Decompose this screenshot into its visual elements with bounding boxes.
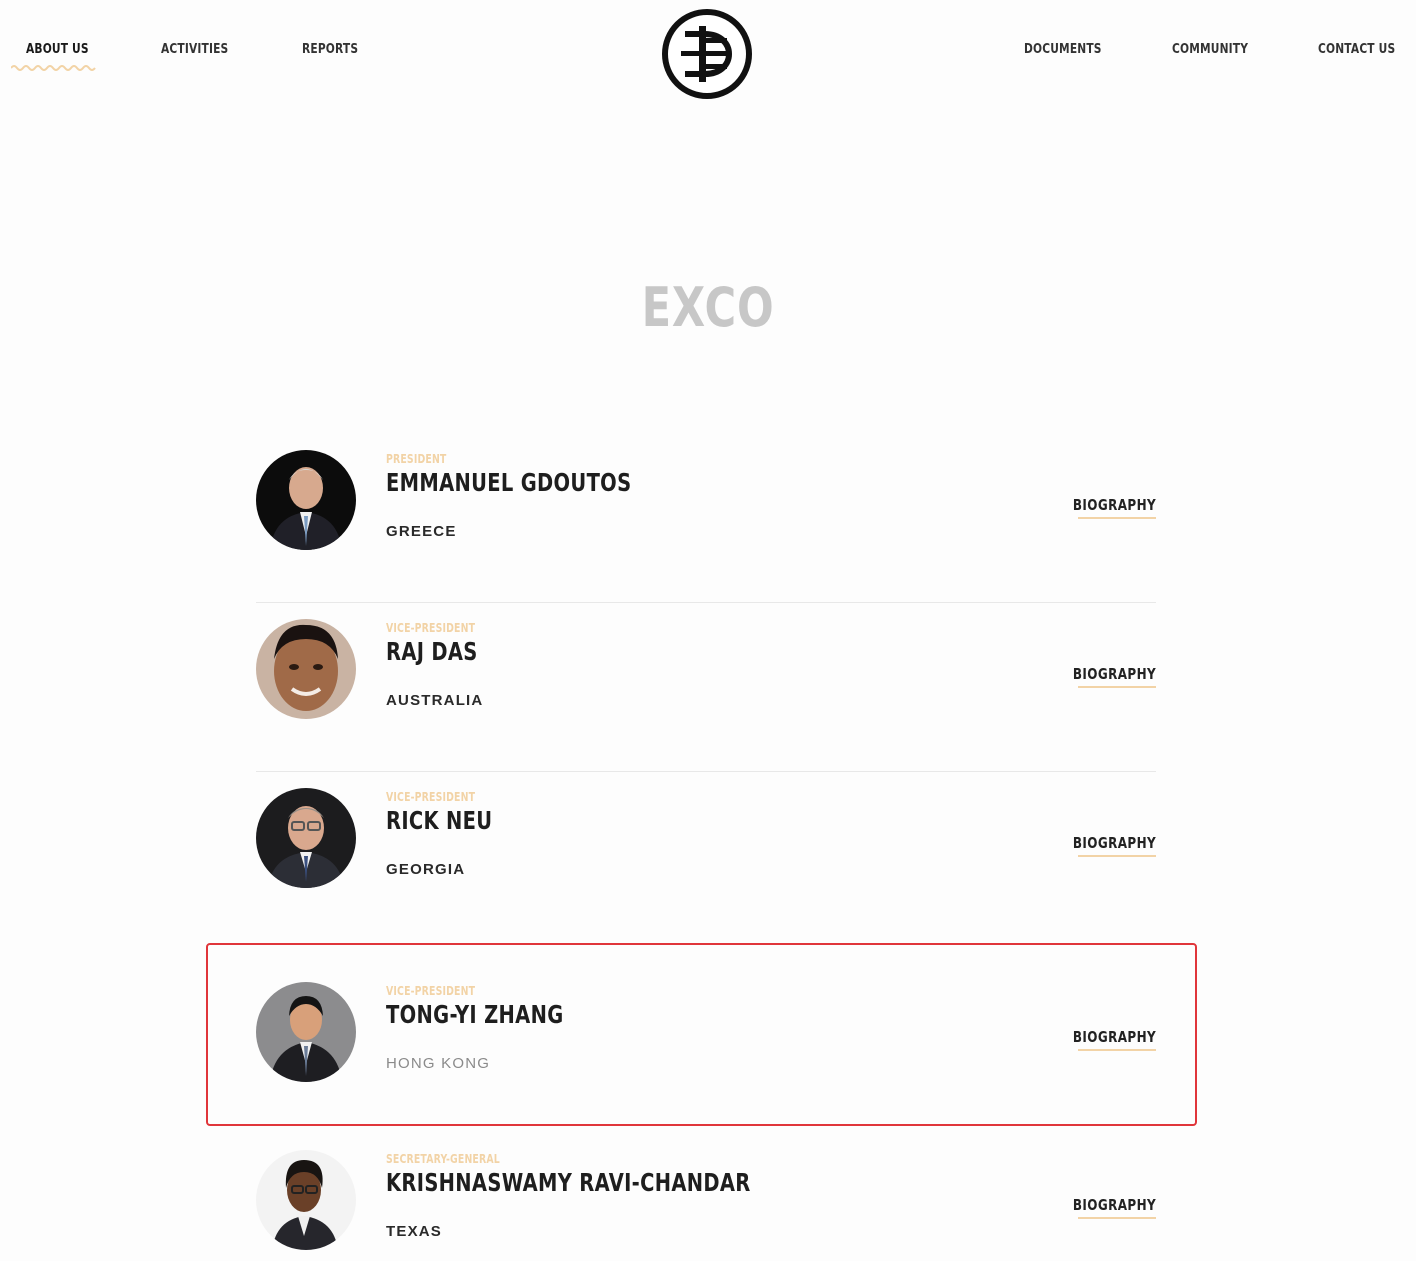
nav-contact-us[interactable]: CONTACT US: [1318, 42, 1395, 57]
member-photo: [256, 982, 356, 1082]
row-divider: [256, 771, 1156, 772]
member-role: VICE-PRESIDENT: [386, 984, 476, 998]
active-nav-wavy-underline: [11, 65, 96, 71]
member-location: AUSTRALIA: [386, 692, 484, 709]
nav-documents[interactable]: DOCUMENTS: [1024, 42, 1102, 57]
member-name: RICK NEU: [386, 806, 493, 835]
member-row: SECRETARY-GENERAL KRISHNASWAMY RAVI-CHAN…: [256, 1150, 1156, 1250]
member-row: PRESIDENT EMMANUEL GDOUTOS GREECE BIOGRA…: [256, 450, 1156, 550]
biography-link[interactable]: BIOGRAPHY: [1073, 834, 1156, 858]
member-name: KRISHNASWAMY RAVI-CHANDAR: [386, 1168, 751, 1197]
nav-activities[interactable]: ACTIVITIES: [161, 42, 228, 57]
member-name: TONG-YI ZHANG: [386, 1000, 564, 1029]
biography-link[interactable]: BIOGRAPHY: [1073, 496, 1156, 520]
biography-link[interactable]: BIOGRAPHY: [1073, 1196, 1156, 1220]
biography-link[interactable]: BIOGRAPHY: [1073, 665, 1156, 689]
member-location: TEXAS: [386, 1223, 443, 1240]
nav-reports[interactable]: REPORTS: [302, 42, 358, 57]
row-divider: [256, 602, 1156, 603]
member-photo: [256, 450, 356, 550]
member-role: SECRETARY-GENERAL: [386, 1152, 500, 1166]
member-photo: [256, 788, 356, 888]
member-name: EMMANUEL GDOUTOS: [386, 468, 632, 497]
biography-link[interactable]: BIOGRAPHY: [1073, 1028, 1156, 1052]
member-location: HONG KONG: [386, 1055, 491, 1072]
member-role: VICE-PRESIDENT: [386, 621, 476, 635]
member-role: PRESIDENT: [386, 452, 447, 466]
member-row: VICE-PRESIDENT RAJ DAS AUSTRALIA BIOGRAP…: [256, 619, 1156, 719]
member-photo: [256, 1150, 356, 1250]
member-name: RAJ DAS: [386, 637, 478, 666]
member-location: GREECE: [386, 523, 457, 540]
member-role: VICE-PRESIDENT: [386, 790, 476, 804]
member-row: VICE-PRESIDENT TONG-YI ZHANG HONG KONG B…: [256, 982, 1156, 1082]
nav-about-us[interactable]: ABOUT US: [26, 42, 89, 57]
monogram-logo-icon[interactable]: [661, 8, 753, 100]
member-photo: [256, 619, 356, 719]
page-title: EXCO: [641, 276, 775, 339]
nav-community[interactable]: COMMUNITY: [1172, 42, 1248, 57]
member-location: GEORGIA: [386, 861, 466, 878]
member-row: VICE-PRESIDENT RICK NEU GEORGIA BIOGRAPH…: [256, 788, 1156, 888]
